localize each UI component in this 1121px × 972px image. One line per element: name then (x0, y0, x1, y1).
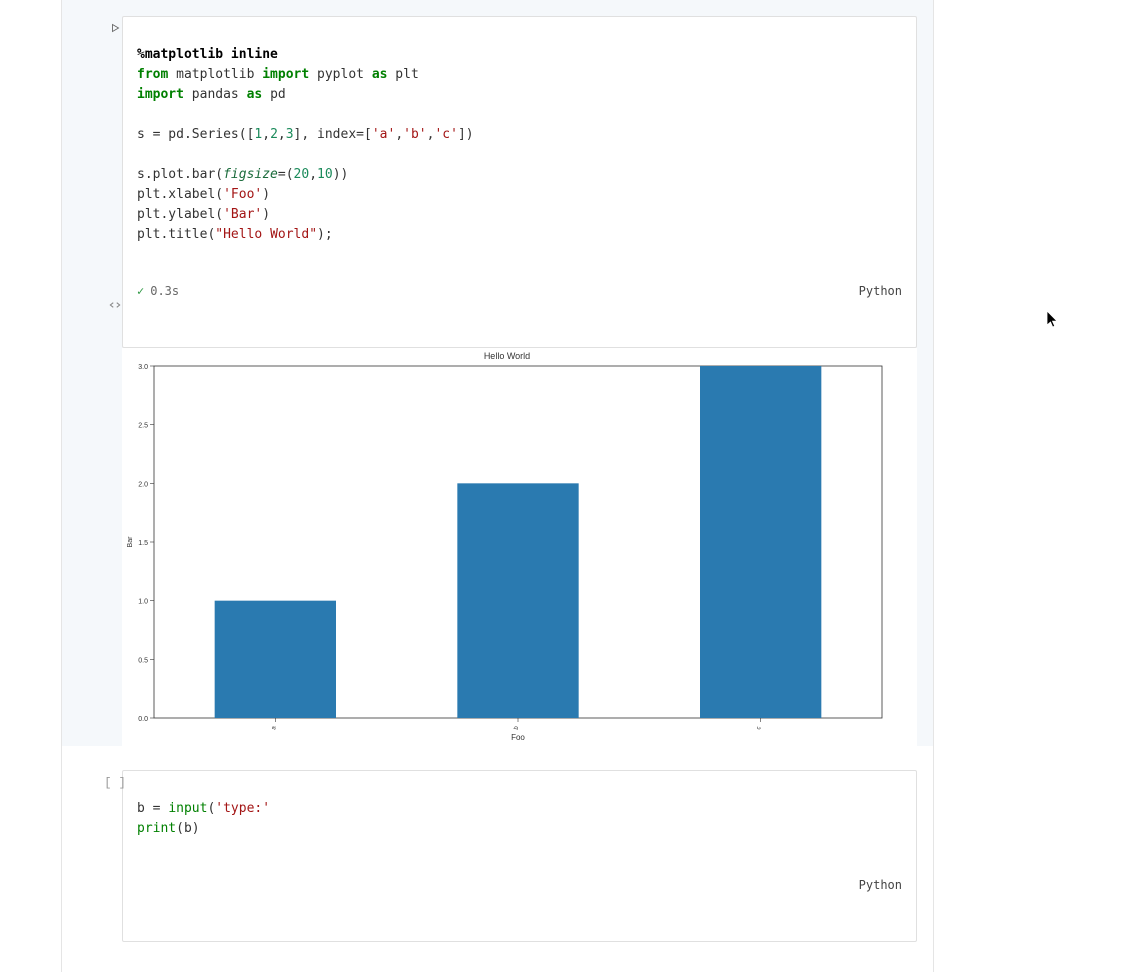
run-cell-button[interactable] (100, 22, 130, 34)
code-line: %matplotlib inline (137, 47, 278, 62)
code-token: pandas (184, 87, 247, 102)
code-token: , (395, 127, 403, 142)
code-token: print (137, 821, 176, 836)
code-token: , (309, 167, 317, 182)
cell-status-bar: ✓ 0.3s Python (137, 275, 902, 307)
code-token: 'a' (372, 127, 395, 142)
code-token: 'c' (434, 127, 457, 142)
code-token: plt.title( (137, 227, 215, 242)
kernel-label[interactable]: Python (859, 281, 902, 301)
code-token: ) (262, 187, 270, 202)
code-token: ]) (458, 127, 474, 142)
code-token: (b) (176, 821, 199, 836)
output-collapse-button[interactable] (100, 298, 130, 312)
code-token: 2 (270, 127, 278, 142)
code-token: 'Bar' (223, 207, 262, 222)
code-token: import (262, 67, 309, 82)
code-token: matplotlib (168, 67, 262, 82)
code-token: =( (278, 167, 294, 182)
svg-text:b: b (514, 726, 520, 730)
code-token: figsize (223, 167, 278, 182)
svg-text:0.0: 0.0 (138, 716, 148, 723)
svg-text:c: c (757, 727, 763, 730)
code-token: 20 (294, 167, 310, 182)
bar-chart: Hello World 0.0 0.5 1.0 1.5 2.0 2.5 3.0 Bar a b c Fo… (122, 348, 892, 746)
code-token: input (168, 801, 207, 816)
code-cell-1[interactable]: %matplotlib inline from matplotlib impor… (62, 0, 933, 746)
code-token: s.plot.bar( (137, 167, 223, 182)
code-token: ); (317, 227, 333, 242)
cell-status-bar: Python (137, 869, 902, 901)
svg-text:0.5: 0.5 (138, 657, 148, 664)
code-token: b = (137, 801, 168, 816)
code-token: 10 (317, 167, 333, 182)
code-token: plt (387, 67, 418, 82)
code-token: ) (262, 207, 270, 222)
execution-duration: 0.3s (150, 281, 179, 301)
svg-text:Hello World: Hello World (484, 351, 530, 361)
code-token: import (137, 87, 184, 102)
code-token: pd (262, 87, 285, 102)
svg-text:1.0: 1.0 (138, 599, 148, 606)
svg-text:2.5: 2.5 (138, 423, 148, 430)
checkmark-icon: ✓ (137, 281, 144, 301)
code-token: pyplot (309, 67, 372, 82)
code-token: "Hello World" (215, 227, 317, 242)
code-token: as (372, 67, 388, 82)
svg-text:2.0: 2.0 (138, 481, 148, 488)
code-token: ], index=[ (294, 127, 372, 142)
svg-text:Bar: Bar (127, 536, 134, 548)
svg-text:a: a (271, 726, 277, 730)
code-token: plt.xlabel( (137, 187, 223, 202)
code-token: )) (333, 167, 349, 182)
code-editor[interactable]: b = input('type:' print(b) Python (122, 770, 917, 942)
code-token: 3 (286, 127, 294, 142)
code-token: , (278, 127, 286, 142)
code-token: s = pd.Series([ (137, 127, 254, 142)
notebook: %matplotlib inline from matplotlib impor… (61, 0, 934, 972)
code-token: 'b' (403, 127, 426, 142)
svg-text:Foo: Foo (511, 733, 525, 742)
cell-output: Hello World 0.0 0.5 1.0 1.5 2.0 2.5 3.0 Bar a b c Fo… (122, 348, 917, 746)
code-token: , (262, 127, 270, 142)
svg-text:3.0: 3.0 (138, 364, 148, 371)
execution-placeholder: [ ] (104, 776, 126, 790)
code-token: plt.ylabel( (137, 207, 223, 222)
code-icon (108, 298, 122, 312)
code-token: 'type:' (215, 801, 270, 816)
code-token: 'Foo' (223, 187, 262, 202)
code-cell-2[interactable]: [ ] b = input('type:' print(b) Python (62, 746, 933, 942)
code-token: as (247, 87, 263, 102)
svg-text:1.5: 1.5 (138, 540, 148, 547)
code-token: from (137, 67, 168, 82)
code-editor[interactable]: %matplotlib inline from matplotlib impor… (122, 16, 917, 348)
play-icon (109, 22, 121, 34)
mouse-cursor-icon (1046, 310, 1060, 333)
execution-count: [ ] (100, 776, 130, 790)
kernel-label[interactable]: Python (859, 875, 902, 895)
